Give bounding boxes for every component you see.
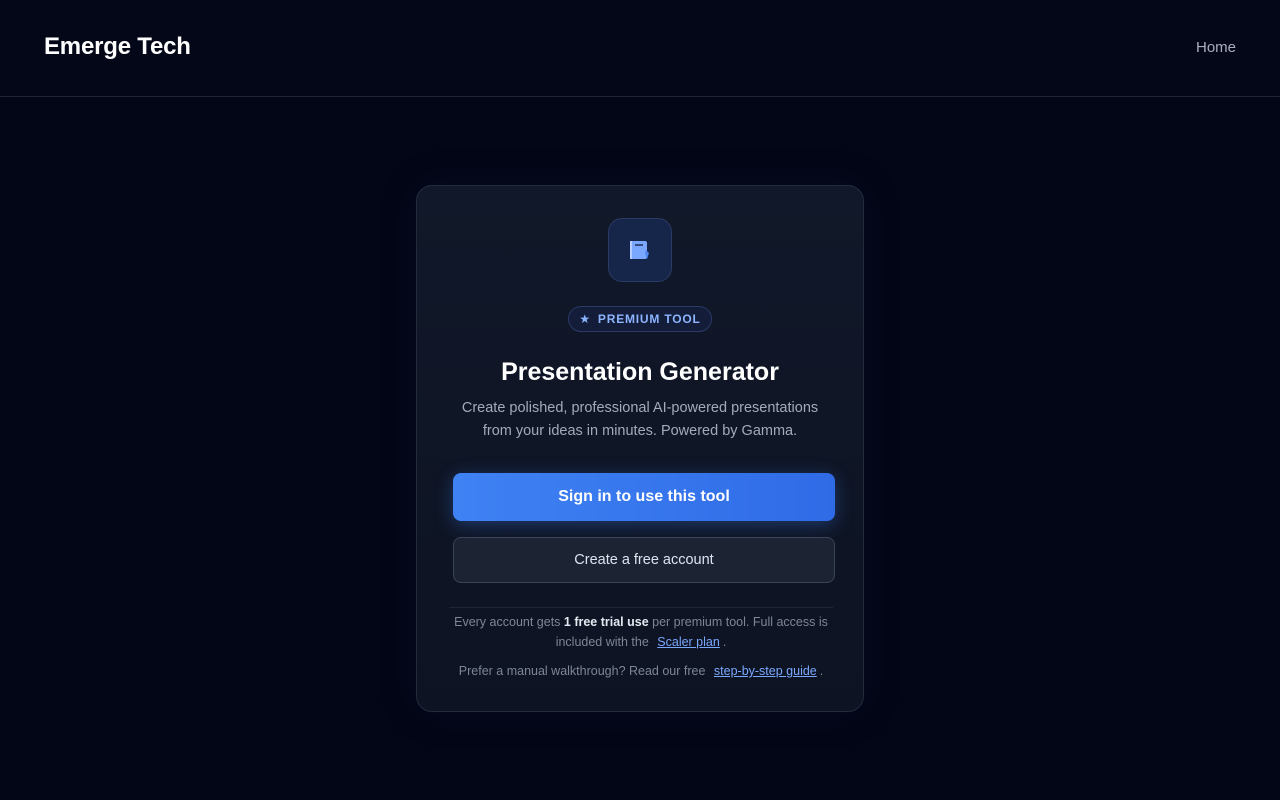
create-account-button[interactable]: Create a free account xyxy=(453,537,835,583)
sign-in-button[interactable]: Sign in to use this tool xyxy=(453,473,835,521)
trial-note: Every account gets 1 free trial use per … xyxy=(447,612,835,652)
guide-note: Prefer a manual walkthrough? Read our fr… xyxy=(437,661,845,681)
scaler-plan-link[interactable]: Scaler plan xyxy=(657,635,720,649)
premium-badge: ★ PREMIUM TOOL xyxy=(568,306,712,332)
divider xyxy=(449,607,833,608)
tool-icon-tile xyxy=(608,218,672,282)
premium-badge-label: PREMIUM TOOL xyxy=(597,312,701,326)
star-icon: ★ xyxy=(579,312,591,326)
brand-logo-text[interactable]: Emerge Tech xyxy=(44,33,191,61)
trial-note-suffix: . xyxy=(722,635,727,649)
tool-title: Presentation Generator xyxy=(501,358,779,386)
trial-note-highlight: 1 free trial use xyxy=(563,615,649,629)
tool-access-card: ★ PREMIUM TOOL Presentation Generator Cr… xyxy=(416,185,864,712)
trial-note-prefix: Every account gets xyxy=(454,615,564,629)
tool-description: Create polished, professional AI-powered… xyxy=(461,400,819,439)
guide-note-prefix: Prefer a manual walkthrough? Read our fr… xyxy=(458,664,709,678)
nav-home-link[interactable]: Home xyxy=(1196,39,1236,56)
step-by-step-guide-link[interactable]: step-by-step guide xyxy=(714,664,817,678)
presentation-icon xyxy=(630,241,649,259)
guide-note-suffix: . xyxy=(819,664,824,678)
top-header: Emerge Tech Home xyxy=(0,0,1280,97)
